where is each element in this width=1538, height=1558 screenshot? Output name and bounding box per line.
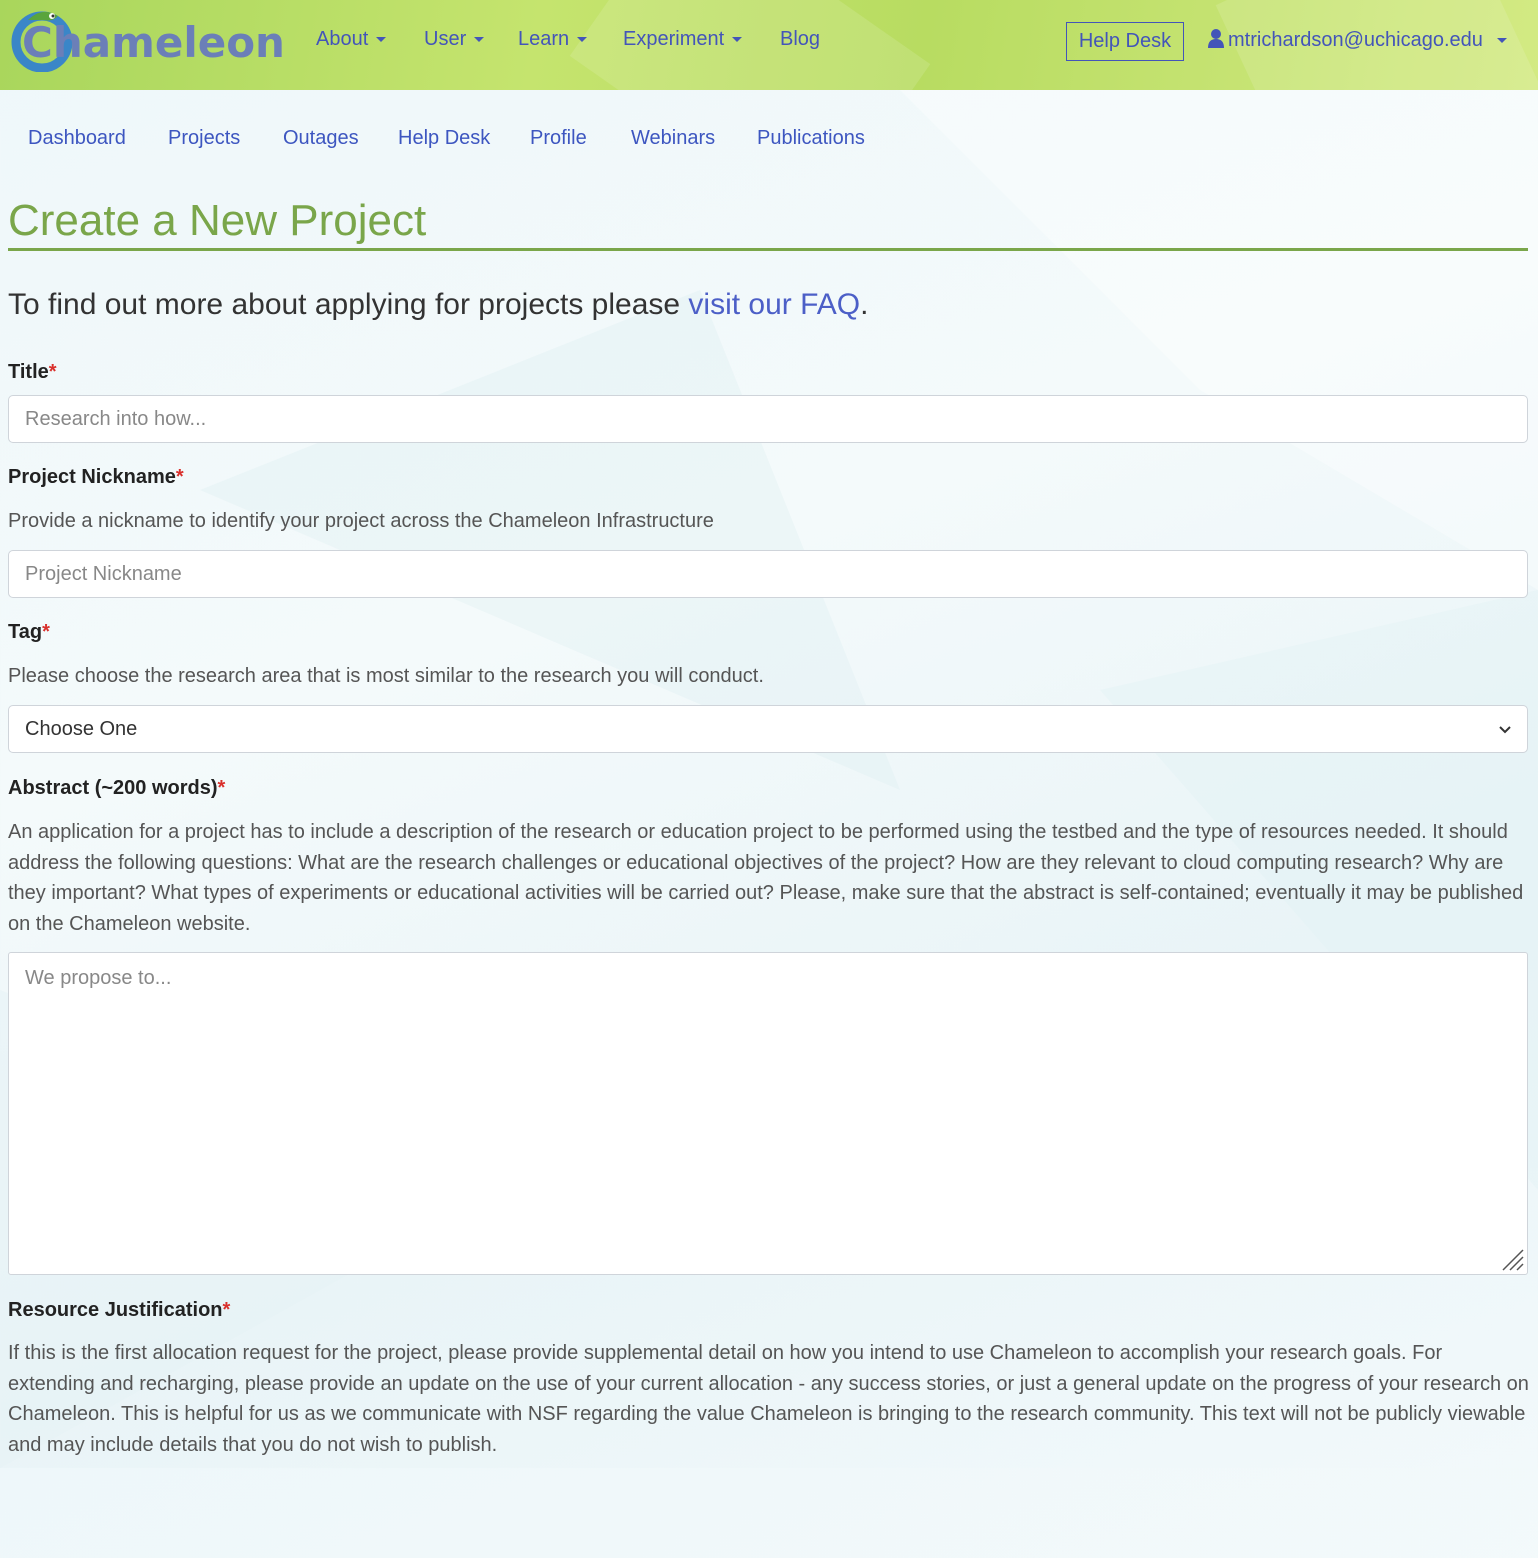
required-marker: *: [222, 1299, 231, 1321]
title-label-text: Title: [8, 361, 49, 383]
tag-select[interactable]: Choose One: [8, 705, 1528, 753]
subnav-publications[interactable]: Publications: [757, 127, 865, 150]
justification-help: If this is the first allocation request …: [8, 1342, 1529, 1456]
nickname-label-text: Project Nickname: [8, 466, 176, 488]
nav-user-label: User: [424, 28, 467, 50]
subnav-projects[interactable]: Projects: [168, 127, 240, 150]
subnav-dashboard[interactable]: Dashboard: [28, 127, 126, 150]
required-marker: *: [217, 777, 226, 799]
nickname-help: Provide a nickname to identify your proj…: [8, 510, 714, 532]
chevron-down-icon: [577, 37, 588, 43]
title-label: Title*: [8, 361, 57, 384]
nav-blog[interactable]: Blog: [780, 28, 820, 51]
top-navbar: Chameleon About User Learn Experiment Bl…: [0, 0, 1538, 90]
title-input-placeholder: Research into how...: [25, 407, 207, 430]
nav-experiment[interactable]: Experiment: [623, 28, 743, 51]
chevron-down-icon: [732, 37, 743, 43]
chameleon-logo[interactable]: Chameleon: [8, 6, 285, 72]
nav-about[interactable]: About: [316, 28, 387, 51]
tag-selected-value: Choose One: [25, 717, 138, 740]
tag-help: Please choose the research area that is …: [8, 665, 764, 687]
nav-learn[interactable]: Learn: [518, 28, 588, 51]
nav-blog-label: Blog: [780, 28, 821, 50]
faq-link[interactable]: visit our FAQ: [688, 288, 860, 321]
subnav-outages[interactable]: Outages: [283, 127, 359, 150]
nav-learn-label: Learn: [518, 28, 570, 50]
abstract-placeholder: We propose to...: [25, 967, 172, 989]
required-marker: *: [48, 361, 57, 383]
nickname-input-placeholder: Project Nickname: [25, 562, 182, 585]
required-marker: *: [175, 466, 184, 488]
chevron-down-icon: [376, 37, 387, 43]
title-divider: [8, 248, 1528, 251]
abstract-label: Abstract (~200 words)*: [8, 777, 225, 800]
user-icon: [1208, 29, 1224, 48]
chevron-down-icon: [474, 37, 485, 43]
abstract-help: An application for a project has to incl…: [8, 821, 1524, 935]
tag-label: Tag*: [8, 621, 50, 644]
intro-text: To find out more about applying for proj…: [8, 288, 868, 322]
helpdesk-button[interactable]: Help Desk: [1066, 22, 1184, 61]
tag-label-text: Tag: [8, 621, 43, 643]
intro-prefix: To find out more about applying for proj…: [8, 288, 689, 321]
brand-name: Chameleon: [22, 18, 285, 67]
chevron-down-icon: [1496, 38, 1507, 44]
page-title: Create a New Project: [8, 196, 427, 245]
nickname-label: Project Nickname*: [8, 466, 184, 489]
title-input[interactable]: Research into how...: [8, 395, 1528, 443]
user-email: mtrichardson@uchicago.edu: [1228, 29, 1483, 51]
chevron-down-icon: [1499, 726, 1511, 734]
intro-suffix: .: [860, 288, 869, 321]
subnav-profile[interactable]: Profile: [530, 127, 587, 150]
nav-experiment-label: Experiment: [623, 28, 725, 50]
resize-handle-icon[interactable]: [1499, 1246, 1525, 1272]
justification-label-text: Resource Justification: [8, 1299, 223, 1321]
justification-label: Resource Justification*: [8, 1299, 230, 1322]
user-menu[interactable]: mtrichardson@uchicago.edu: [1208, 28, 1507, 52]
required-marker: *: [42, 621, 50, 643]
subnav-helpdesk[interactable]: Help Desk: [398, 127, 490, 150]
nav-about-label: About: [316, 28, 369, 50]
nav-user[interactable]: User: [424, 28, 485, 51]
nickname-input[interactable]: Project Nickname: [8, 550, 1528, 598]
abstract-textarea[interactable]: We propose to...: [8, 952, 1528, 1275]
abstract-label-text: Abstract (~200 words): [8, 777, 218, 799]
subnav-webinars[interactable]: Webinars: [631, 127, 715, 150]
